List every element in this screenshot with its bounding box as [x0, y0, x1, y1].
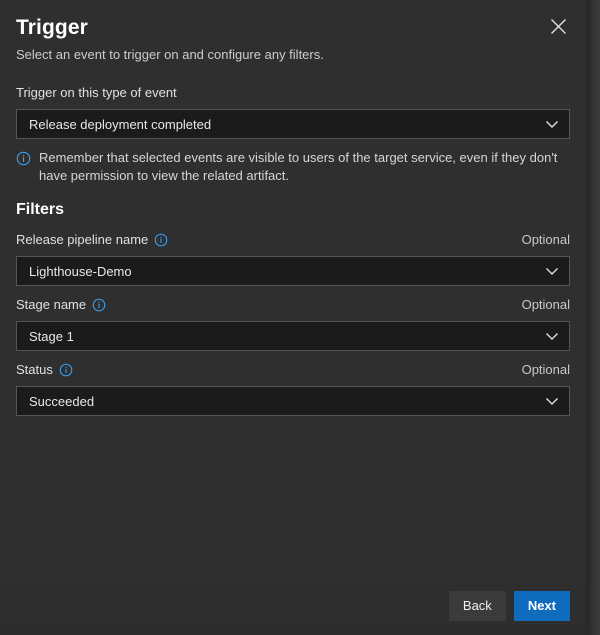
close-icon: [550, 18, 567, 35]
filter-label: Stage name: [16, 296, 106, 314]
filter-label-text: Stage name: [16, 297, 87, 312]
page-title: Trigger: [16, 16, 88, 39]
filter-label: Status: [16, 361, 73, 379]
chevron-down-icon: [544, 263, 560, 279]
info-banner: Remember that selected events are visibl…: [16, 149, 570, 185]
event-type-value: Release deployment completed: [29, 116, 212, 132]
status-value: Succeeded: [29, 393, 95, 409]
release-pipeline-name-dropdown[interactable]: Lighthouse-Demo: [16, 256, 570, 286]
info-circle-icon: [16, 151, 31, 171]
release-pipeline-name-value: Lighthouse-Demo: [29, 263, 132, 279]
optional-label: Optional: [521, 232, 570, 247]
event-type-dropdown[interactable]: Release deployment completed: [16, 109, 570, 139]
optional-label: Optional: [521, 362, 570, 377]
panel-subtitle: Select an event to trigger on and config…: [16, 47, 324, 62]
info-circle-icon[interactable]: [59, 363, 73, 377]
filter-label-row: Stage name Optional: [16, 296, 570, 314]
footer-strip: [0, 625, 586, 635]
event-type-label: Trigger on this type of event: [16, 85, 177, 100]
info-message: Remember that selected events are visibl…: [39, 150, 558, 183]
stage-name-dropdown[interactable]: Stage 1: [16, 321, 570, 351]
event-type-field: Trigger on this type of event Release de…: [16, 84, 570, 139]
filter-label-row: Release pipeline name Optional: [16, 231, 570, 249]
status-dropdown[interactable]: Succeeded: [16, 386, 570, 416]
info-circle-icon[interactable]: [92, 298, 106, 312]
panel-body: Trigger on this type of event Release de…: [0, 64, 586, 583]
optional-label: Optional: [521, 297, 570, 312]
info-circle-icon[interactable]: [154, 233, 168, 247]
trigger-panel: Trigger Select an event to trigger on an…: [0, 0, 586, 635]
filter-status: Status Optional Succeeded: [16, 361, 570, 416]
filter-label-text: Release pipeline name: [16, 232, 149, 247]
filter-label: Release pipeline name: [16, 231, 168, 249]
stage-name-value: Stage 1: [29, 328, 74, 344]
panel-header: Trigger Select an event to trigger on an…: [0, 0, 586, 64]
chevron-down-icon: [544, 328, 560, 344]
back-button[interactable]: Back: [448, 590, 506, 621]
filter-label-row: Status Optional: [16, 361, 570, 379]
close-button[interactable]: [542, 10, 574, 42]
filter-label-text: Status: [16, 362, 53, 377]
filters-heading: Filters: [16, 201, 65, 218]
chevron-down-icon: [544, 116, 560, 132]
page-background-edge: [586, 0, 600, 635]
filter-stage-name: Stage name Optional Stage 1: [16, 296, 570, 351]
filter-release-pipeline-name: Release pipeline name Optional Lighthous…: [16, 231, 570, 286]
next-button[interactable]: Next: [513, 590, 570, 621]
chevron-down-icon: [544, 393, 560, 409]
